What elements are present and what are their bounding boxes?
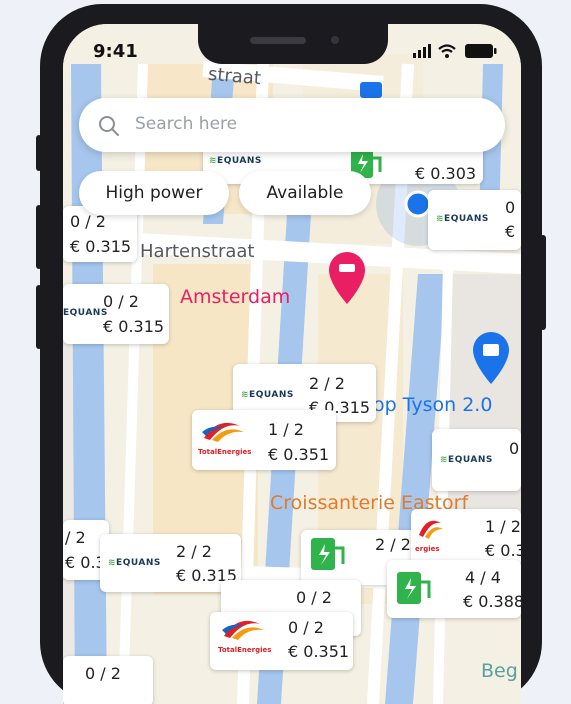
availability-count: 1 / 2 [485,517,521,536]
availability-count: 0 / 2 [296,588,332,607]
filter-high-power[interactable]: High power [79,171,229,215]
availability-count: 2 / 2 [176,542,212,561]
availability-count: 0 / 2 [103,292,139,311]
price: € 0.351 [288,642,350,661]
battery-icon [465,44,497,58]
price: € 0.388 [463,592,521,611]
search-input[interactable]: Search here [135,114,237,134]
availability-count: 2 / 2 [375,535,411,554]
station-card[interactable]: ≋EQUANS 0 € [428,190,521,250]
availability-count: 0 / 2 [85,664,121,683]
status-time: 9:41 [93,41,138,62]
availability-count: / 2 [65,528,86,547]
signal-icon [413,44,431,58]
equans-logo-icon: ≋EQUANS [209,156,262,166]
price: € 0.351 [268,445,330,464]
street-label: straat [207,63,262,90]
area-label: Beg [481,660,518,682]
station-card[interactable]: TotalEnergies 1 / 2 € 0.351 [192,410,336,470]
bus-stop-icon [360,82,382,98]
availability-count: 0 [509,439,520,458]
price: € 0.315 [103,317,165,336]
station-card[interactable]: EQUANS 0 / 2 € 0.315 [63,284,169,344]
search-bar[interactable]: Search here [79,98,505,152]
station-card[interactable]: TotalEnergies 0 / 2 € 0.351 [210,612,353,670]
charger-pin-icon[interactable] [393,568,439,616]
station-card[interactable]: 0 / 2 [63,656,153,704]
price: € 0.3 [485,541,521,560]
equans-logo-icon: ≋EQUANS [436,214,489,224]
equans-logo-icon: ≋EQUANS [108,558,161,568]
availability-count: 2 / 2 [309,374,345,393]
camera [331,36,339,44]
speaker [250,37,306,44]
availability-count: 0 / 2 [288,618,324,637]
filter-available[interactable]: Available [239,171,371,215]
charger-pin-icon[interactable] [307,534,353,582]
notch [198,24,388,64]
app-screen: straat Hartenstraat Amsterdam op Tyson 2… [63,24,521,704]
station-card[interactable]: ≋EQUANS 2 / 2 € 0.315 [100,534,241,592]
equans-logo-icon: ≋EQUANS [241,390,294,400]
totalenergies-logo-icon: TotalEnergies [198,420,251,456]
station-card[interactable]: ergies 1 / 2 € 0.3 [411,509,521,567]
search-icon [97,114,121,142]
availability-count: 0 [505,198,516,217]
station-card[interactable]: ≋EQUANS 0 [432,429,521,491]
equans-logo-icon: ≋EQUANS [440,455,493,465]
availability-count: 4 / 4 [465,568,501,587]
hotel-label: Amsterdam [180,286,291,308]
shop-label: op Tyson 2.0 [373,394,493,416]
wifi-icon [438,44,456,58]
totalenergies-logo-icon: ergies [415,517,445,553]
status-icons [413,43,499,63]
totalenergies-logo-icon: TotalEnergies [218,618,271,654]
availability-count: 1 / 2 [268,420,304,439]
street-label: Hartenstraat [140,241,255,262]
price: € [505,222,516,241]
price: € 0.315 [70,237,132,256]
price: € 0.303 [415,164,477,183]
equans-logo-icon: EQUANS [63,308,108,318]
